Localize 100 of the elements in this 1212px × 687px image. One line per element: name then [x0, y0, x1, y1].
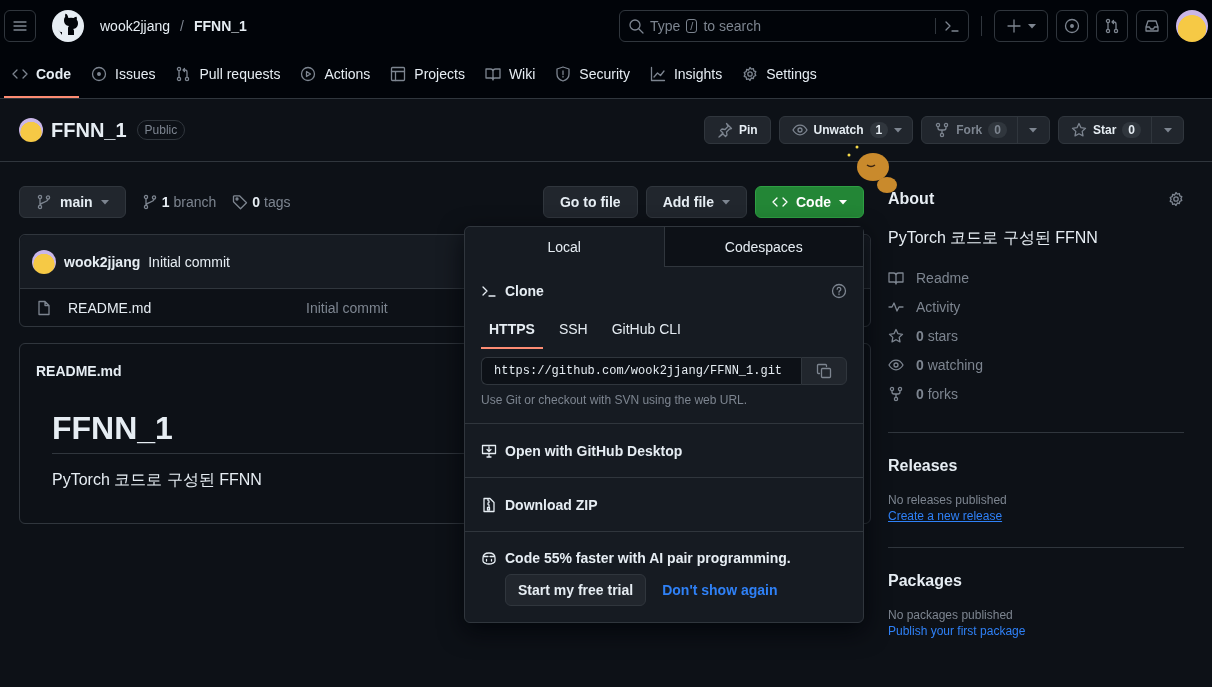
- caret-icon: [894, 127, 903, 133]
- user-avatar[interactable]: [1176, 10, 1208, 42]
- commit-message[interactable]: Initial commit: [306, 299, 388, 316]
- go-to-file-button[interactable]: Go to file: [543, 186, 638, 218]
- file-icon: [36, 299, 52, 316]
- graph-icon: [649, 66, 666, 82]
- repo-tab[interactable]: Security: [547, 52, 638, 98]
- create-button[interactable]: [994, 10, 1048, 42]
- octocat-logo-icon[interactable]: [52, 10, 84, 42]
- commit-author[interactable]: wook2jjang: [64, 253, 141, 270]
- branches-link[interactable]: 1 branch: [141, 194, 217, 210]
- dropdown-action[interactable]: Open with GitHub Desktop: [465, 424, 863, 478]
- dropdown-tab[interactable]: Codespaces: [663, 227, 863, 267]
- settings-icon: [1168, 191, 1184, 207]
- code-button[interactable]: Code: [755, 186, 864, 218]
- caret-icon: [839, 199, 847, 205]
- repo-tab[interactable]: Actions: [292, 52, 379, 98]
- dropdown-action[interactable]: Download ZIP: [465, 478, 863, 532]
- branch-icon: [141, 194, 158, 210]
- repo-link[interactable]: FFNN_1: [193, 18, 247, 34]
- fork-icon: [934, 122, 951, 138]
- eye-icon: [791, 122, 808, 138]
- protocol-tab[interactable]: GitHub CLI: [603, 313, 689, 349]
- watch-button[interactable]: Unwatch 1: [779, 117, 913, 143]
- caret-icon: [1028, 23, 1036, 29]
- file-name[interactable]: README.md: [68, 299, 290, 316]
- pr-icon: [175, 66, 192, 82]
- copilot-promo-text: Code 55% faster with AI pair programming.: [505, 550, 791, 566]
- repo-tab[interactable]: Wiki: [476, 52, 544, 98]
- empty-message: No releases published: [888, 493, 1008, 507]
- desktop-icon: [481, 442, 497, 459]
- repo-name: FFNN_1: [51, 118, 127, 142]
- copy-button[interactable]: [801, 357, 847, 385]
- create-release-link[interactable]: Create a new release: [888, 509, 1003, 523]
- repo-tab[interactable]: Pull requests: [167, 52, 289, 98]
- branch-icon: [36, 194, 52, 210]
- repo-tab[interactable]: Code: [4, 52, 79, 98]
- search-hint: to search: [703, 18, 761, 34]
- copy-icon: [816, 363, 832, 379]
- breadcrumb-separator: /: [180, 18, 184, 34]
- zip-file-icon: [481, 496, 497, 513]
- tag-icon: [232, 194, 249, 210]
- book-icon: [888, 269, 904, 286]
- gear-icon: [742, 66, 759, 82]
- repo-tab[interactable]: Insights: [641, 52, 731, 98]
- issue-icon: [91, 66, 107, 82]
- shortcut-key: /: [686, 19, 698, 33]
- star-icon: [888, 327, 904, 344]
- fork-icon: [888, 385, 904, 402]
- dropdown-tab[interactable]: Local: [465, 227, 664, 267]
- empty-message: No packages published: [888, 608, 1014, 622]
- add-file-button[interactable]: Add file: [645, 186, 747, 218]
- readme-text: PyTorch 코드로 구성된 FFNN: [52, 470, 263, 490]
- stat-link[interactable]: Readme: [916, 269, 969, 286]
- help-icon: [831, 283, 847, 299]
- repo-tab[interactable]: Issues: [83, 52, 164, 98]
- counter-badge: 1: [869, 122, 889, 138]
- menu-button[interactable]: [4, 10, 36, 42]
- owner-link[interactable]: wook2jjang: [100, 18, 171, 34]
- clone-hint: Use Git or checkout with SVN using the web URL.: [481, 393, 749, 407]
- owner-avatar: [19, 118, 43, 142]
- pull-request-icon: [1104, 18, 1120, 34]
- publish-package-link[interactable]: Publish your first package: [888, 624, 1026, 638]
- stat-link[interactable]: Activity: [916, 298, 961, 315]
- repo-tab[interactable]: Projects: [382, 52, 473, 98]
- author-avatar: [32, 249, 56, 274]
- repo-tab[interactable]: Settings: [734, 52, 825, 98]
- about-heading: About: [888, 190, 935, 208]
- stat-link[interactable]: 0 watching: [916, 356, 983, 373]
- visibility-label: Public: [136, 120, 186, 140]
- stat-link[interactable]: 0 stars: [916, 327, 959, 344]
- protocol-tab[interactable]: HTTPS: [481, 313, 543, 349]
- menu-icon: [12, 18, 28, 34]
- stat-link[interactable]: 0 forks: [916, 385, 959, 402]
- star-icon: [1070, 122, 1087, 138]
- pull-requests-button[interactable]: [1096, 10, 1128, 42]
- inbox-button[interactable]: [1136, 10, 1168, 42]
- search-field[interactable]: Type / to search: [619, 10, 969, 42]
- book-icon: [484, 66, 501, 82]
- counter-badge: 0: [988, 122, 1007, 138]
- issue-icon: [1064, 18, 1080, 34]
- commit-message[interactable]: Initial commit: [148, 253, 230, 270]
- inbox-icon: [1144, 18, 1160, 34]
- copilot-icon: [481, 550, 497, 566]
- releases-heading: Releases: [888, 457, 959, 475]
- dismiss-link[interactable]: Don't show again: [662, 582, 778, 598]
- pin-button[interactable]: Pin: [703, 116, 771, 144]
- counter-badge: 0: [1122, 122, 1141, 138]
- tags-link[interactable]: 0 tags: [232, 194, 291, 210]
- protocol-tab[interactable]: SSH: [550, 313, 596, 349]
- packages-heading: Packages: [888, 572, 963, 590]
- table-icon: [390, 66, 407, 82]
- caret-icon: [1029, 127, 1038, 133]
- search-hint: Type: [650, 18, 681, 34]
- clone-url-field[interactable]: https://github.com/wook2jjang/FFNN_1.git: [481, 357, 801, 385]
- start-trial-button[interactable]: Start my free trial: [505, 574, 647, 606]
- branch-selector[interactable]: main: [19, 186, 126, 218]
- play-icon: [300, 66, 317, 82]
- caret-icon: [1163, 127, 1172, 133]
- issues-button[interactable]: [1056, 10, 1088, 42]
